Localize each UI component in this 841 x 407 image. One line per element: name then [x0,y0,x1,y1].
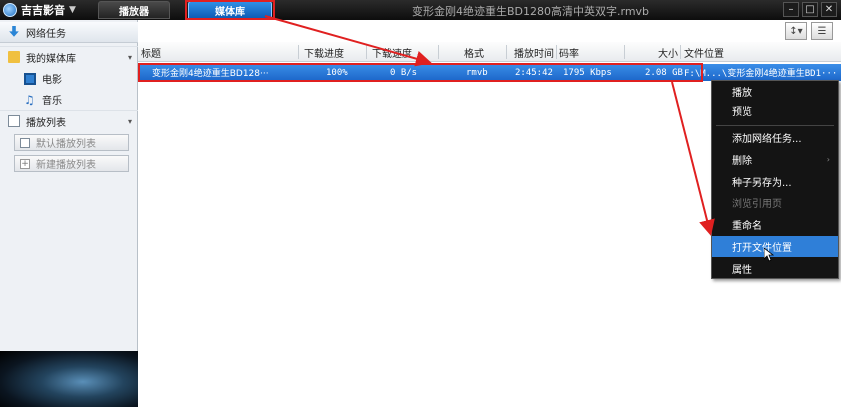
table-header: 标题 下载进度 下载速度 格式 播放时间 码率 大小 文件位置 [138,42,841,62]
mouse-pointer-icon [764,248,774,262]
app-name: 吉吉影音 [21,4,65,17]
column-title[interactable]: 标题 [141,42,161,62]
chevron-down-icon: ▾ [127,52,132,62]
sort-button[interactable]: ↕▾ [785,22,807,40]
list-view-button[interactable]: ☰ [811,22,833,40]
menu-item-play[interactable]: 播放 [712,81,838,102]
chevron-down-icon: ▼ [69,5,76,15]
sidebar-item-label: 音乐 [42,96,62,107]
column-duration[interactable]: 播放时间 [514,42,554,62]
menu-item-add-network-task[interactable]: 添加网络任务... [712,127,838,148]
cell-location: F:\M...\变形金刚4绝迹重生BD1··· [684,69,838,79]
maximize-button[interactable]: □ [802,2,818,17]
column-speed[interactable]: 下载速度 [372,42,412,62]
sidebar-item-label: 电影 [42,75,62,86]
sidebar-item-label: 我的媒体库 [26,53,76,65]
menu-item-open-file-location[interactable]: 打开文件位置 [712,236,838,257]
sidebar-item-network-tasks[interactable]: 网络任务 [0,22,138,43]
annotation-box-row [138,63,703,82]
tab-player[interactable]: 播放器 [98,1,170,19]
menu-item-properties[interactable]: 属性 [712,258,838,279]
chevron-down-icon: ▾ [127,116,132,126]
menu-item-delete-label: 删除 [732,156,752,167]
column-location[interactable]: 文件位置 [684,42,724,62]
menu-item-save-torrent[interactable]: 种子另存为... [712,171,838,192]
minimize-button[interactable]: – [783,2,799,17]
sidebar-item-playlists[interactable]: 播放列表 ▾ [0,110,138,131]
column-bitrate[interactable]: 码率 [559,42,579,62]
tab-player-label: 播放器 [119,6,149,18]
app-logo-icon [3,3,17,17]
new-playlist-label: 新建播放列表 [36,160,96,171]
title-bar: 吉吉影音 ▼ 播放器 媒体库 变形金刚4绝迹重生BD1280高清中英双字.rmv… [0,0,841,20]
context-menu: 播放 预览 添加网络任务... 删除 › 种子另存为... 浏览引用页 重命名 … [711,80,839,279]
new-playlist-button[interactable]: + 新建播放列表 [14,155,129,172]
column-size[interactable]: 大小 [658,42,678,62]
sidebar-item-label: 播放列表 [26,117,66,129]
sidebar-item-music[interactable]: ♫ 音乐 [0,89,138,110]
download-icon [9,26,19,37]
column-format[interactable]: 格式 [464,42,484,62]
menu-item-delete[interactable]: 删除 › [712,149,838,170]
sidebar-item-label: 网络任务 [26,28,66,40]
folder-icon [8,51,20,63]
playlist-icon [8,115,20,127]
view-toolbar: ↕▾ ☰ [785,22,833,40]
annotation-box-tab [185,0,275,20]
music-note-icon: ♫ [24,92,35,107]
menu-item-browse-referrer: 浏览引用页 [732,199,782,210]
sidebar: 网络任务 我的媒体库 ▾ 电影 ♫ 音乐 播放列表 ▾ 默认播放列表 + 新建播… [0,20,138,407]
playlist-icon [20,137,30,148]
chevron-right-icon: › [826,155,830,164]
default-playlist-button[interactable]: 默认播放列表 [14,134,129,151]
sidebar-item-my-library[interactable]: 我的媒体库 ▾ [0,46,138,67]
default-playlist-label: 默认播放列表 [36,139,96,150]
window-title: 变形金刚4绝迹重生BD1280高清中英双字.rmvb [412,5,650,18]
add-icon: + [20,158,30,169]
sidebar-item-movies[interactable]: 电影 [0,68,138,89]
column-progress[interactable]: 下载进度 [304,42,344,62]
video-thumbnail[interactable] [0,351,138,407]
app-menu[interactable]: 吉吉影音 ▼ [3,2,76,18]
film-icon [24,72,36,85]
close-button[interactable]: ✕ [821,2,837,17]
menu-item-rename[interactable]: 重命名 [712,214,838,235]
menu-item-preview[interactable]: 预览 [712,100,838,121]
window-controls: – □ ✕ [783,2,837,17]
